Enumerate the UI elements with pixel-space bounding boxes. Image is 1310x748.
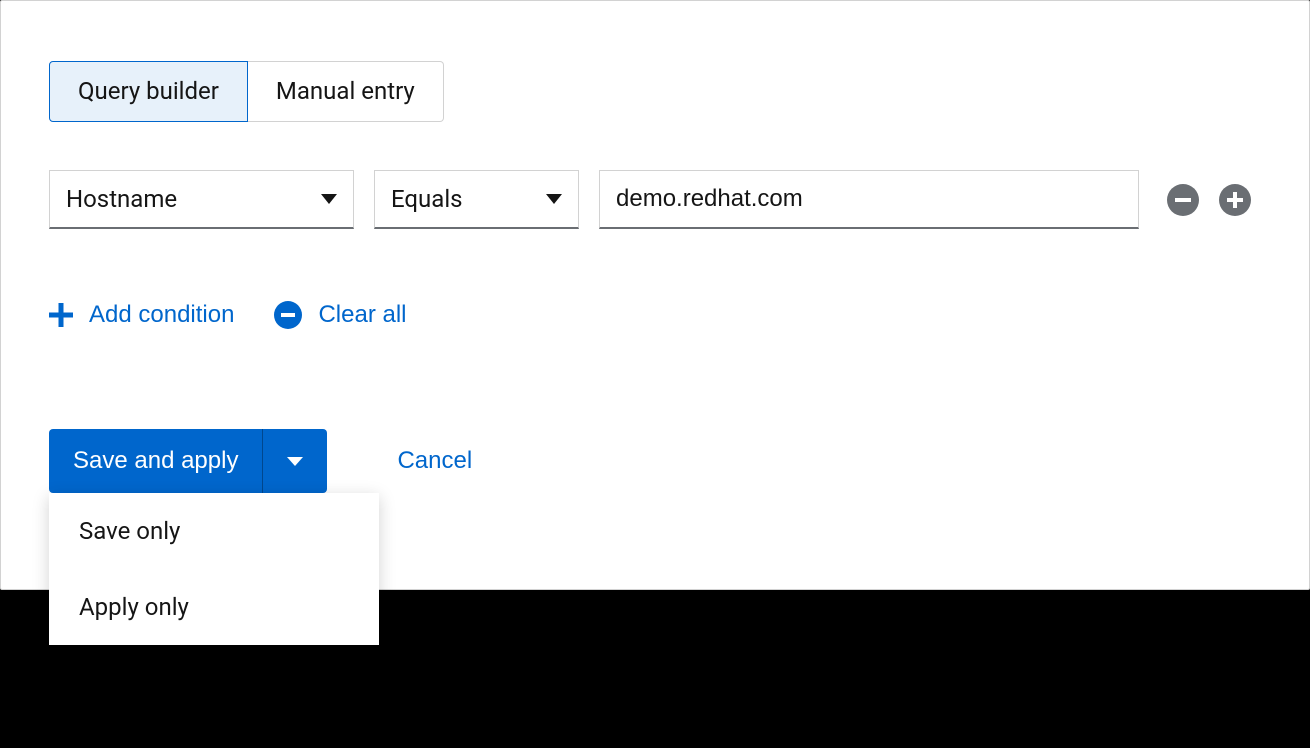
caret-down-icon [287,457,303,466]
plus-icon [49,303,73,327]
operator-select-value: Equals [391,185,463,213]
query-panel: Query builder Manual entry Hostname Equa… [0,0,1310,590]
add-condition-link[interactable]: Add condition [49,301,234,329]
minus-circle-icon [274,301,302,329]
save-and-apply-button[interactable]: Save and apply [49,429,262,493]
add-condition-button[interactable] [1219,184,1251,216]
field-select[interactable]: Hostname [49,170,354,229]
split-button: Save and apply Save only Apply only [49,429,327,493]
dropdown-item-apply-only[interactable]: Apply only [49,569,379,645]
tab-manual-entry[interactable]: Manual entry [248,61,444,122]
dropdown-menu: Save only Apply only [49,493,379,645]
tab-group: Query builder Manual entry [49,61,1261,122]
row-actions [1167,184,1251,216]
operator-select[interactable]: Equals [374,170,579,229]
minus-icon [1175,198,1191,202]
remove-condition-button[interactable] [1167,184,1199,216]
action-links: Add condition Clear all [49,301,1261,329]
value-input[interactable] [599,170,1139,229]
clear-all-label: Clear all [318,301,406,329]
clear-all-link[interactable]: Clear all [274,301,406,329]
add-condition-label: Add condition [89,301,234,329]
dropdown-toggle-button[interactable] [262,429,327,493]
condition-row: Hostname Equals [49,170,1261,229]
button-row: Save and apply Save only Apply only Canc… [49,429,1261,493]
tab-query-builder[interactable]: Query builder [49,61,248,122]
field-select-value: Hostname [66,185,177,213]
caret-down-icon [546,194,562,204]
caret-down-icon [321,194,337,204]
cancel-button[interactable]: Cancel [397,447,472,475]
dropdown-item-save-only[interactable]: Save only [49,493,379,569]
